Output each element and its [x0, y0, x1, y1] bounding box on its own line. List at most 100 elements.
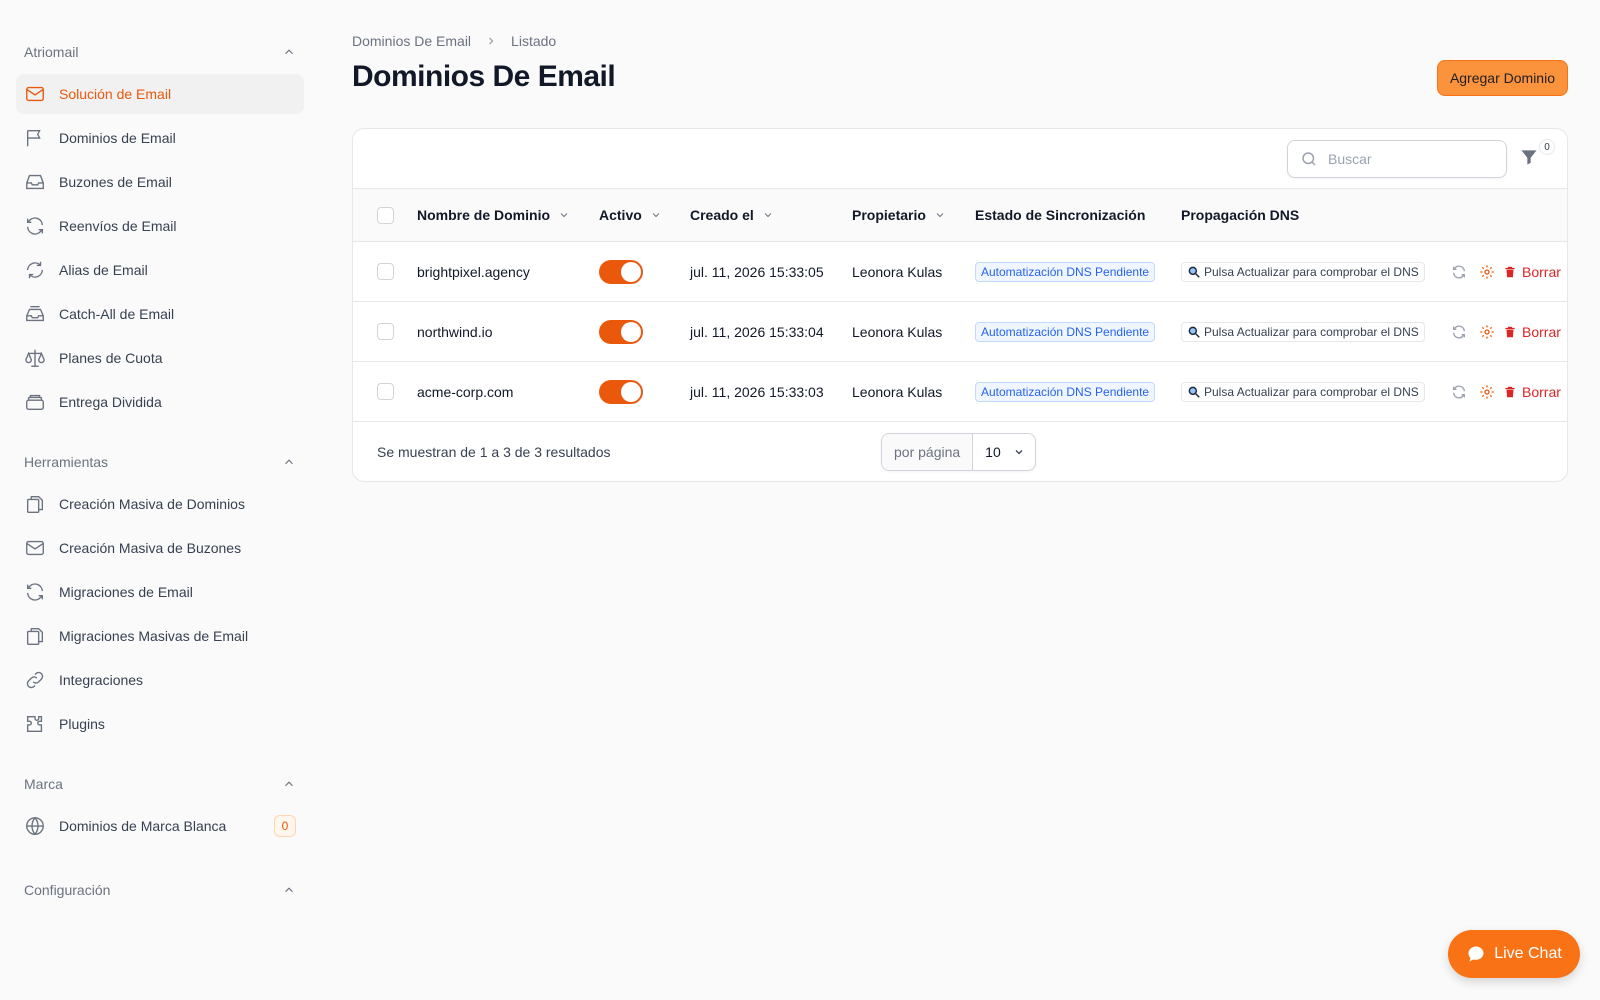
column-header-name[interactable]: Nombre de Dominio [417, 207, 599, 223]
column-header-label: Activo [599, 207, 642, 223]
gear-icon[interactable] [1479, 264, 1495, 280]
refresh-icon [24, 581, 46, 603]
sidebar-group-header[interactable]: Herramientas [0, 448, 320, 476]
chevron-down-icon [936, 213, 944, 218]
sidebar-item-entrega-dividida[interactable]: Entrega Dividida [16, 382, 304, 422]
sidebar: Atriomail Solución de Email Dominios de … [0, 0, 320, 1000]
link-icon [24, 669, 46, 691]
created-date: jul. 11, 2026 15:33:05 [690, 263, 824, 280]
sidebar-item-label: Migraciones Masivas de Email [59, 628, 249, 644]
search-input[interactable] [1328, 151, 1478, 167]
stack-icon [24, 391, 46, 413]
per-page-value-wrapper[interactable]: 10 [973, 434, 1035, 470]
column-header-dns: Propagación DNS [1181, 207, 1451, 223]
sidebar-group-header[interactable]: Configuración [0, 876, 320, 904]
delete-button[interactable]: Borrar [1503, 384, 1561, 400]
refresh-icon[interactable] [1451, 384, 1467, 400]
sidebar-item-migraciones-masivas-de-email[interactable]: Migraciones Masivas de Email [16, 616, 304, 656]
domain-name[interactable]: northwind.io [417, 324, 599, 340]
column-header-label: Estado de Sincronización [975, 207, 1146, 223]
row-checkbox[interactable] [377, 383, 394, 400]
table-row: northwind.io jul. 11, 2026 15:33:04 Leon… [353, 302, 1567, 362]
inbox-icon [24, 171, 46, 193]
table-toolbar: 0 [353, 129, 1567, 189]
column-header-active[interactable]: Activo [599, 207, 690, 223]
row-checkbox[interactable] [377, 263, 394, 280]
count-badge: 0 [274, 815, 296, 837]
sidebar-group-title: Herramientas [24, 454, 109, 470]
refresh-icon[interactable] [1451, 264, 1467, 280]
owner-name: Leonora Kulas [852, 323, 943, 340]
sidebar-item-plugins[interactable]: Plugins [16, 704, 304, 744]
sidebar-item-integraciones[interactable]: Integraciones [16, 660, 304, 700]
breadcrumb-current: Listado [511, 33, 557, 49]
sidebar-group-header[interactable]: Marca [0, 770, 320, 798]
created-date: jul. 11, 2026 15:33:04 [690, 323, 824, 340]
sidebar-item-creacion-masiva-de-buzones[interactable]: Creación Masiva de Buzones [16, 528, 304, 568]
sidebar-item-label: Solución de Email [59, 86, 172, 102]
sidebar-item-planes-de-cuota[interactable]: Planes de Cuota [16, 338, 304, 378]
documents-icon [24, 625, 46, 647]
sidebar-group-herramientas: Herramientas Creación Masiva de Dominios… [0, 448, 320, 744]
sidebar-item-label: Dominios de Email [59, 130, 176, 146]
active-toggle[interactable] [599, 319, 643, 344]
sidebar-item-label: Buzones de Email [59, 174, 172, 190]
refresh-icon [24, 215, 46, 237]
chevron-right-icon [489, 37, 494, 45]
sync-status-badge: Automatización DNS Pendiente [975, 261, 1156, 282]
add-domain-button[interactable]: Agregar Dominio [1436, 60, 1568, 96]
sidebar-item-reenvios-de-email[interactable]: Reenvíos de Email [16, 206, 304, 246]
column-header-label: Propietario [852, 207, 926, 223]
filter-button[interactable]: 0 [1519, 139, 1555, 171]
domain-name[interactable]: acme-corp.com [417, 384, 599, 400]
column-header-created[interactable]: Creado el [690, 207, 852, 223]
domain-name[interactable]: brightpixel.agency [417, 264, 599, 280]
column-header-owner[interactable]: Propietario [852, 207, 975, 223]
sidebar-item-dominios-de-email[interactable]: Dominios de Email [16, 118, 304, 158]
select-all-checkbox[interactable] [377, 206, 394, 224]
sidebar-item-label: Plugins [59, 716, 105, 732]
column-header-label: Propagación DNS [1181, 207, 1300, 223]
sidebar-group-header[interactable]: Atriomail [0, 38, 320, 66]
search-icon [1302, 152, 1316, 166]
sidebar-item-label: Planes de Cuota [59, 350, 163, 366]
sidebar-item-catch-all-de-email[interactable]: Catch-All de Email [16, 294, 304, 334]
arrows-icon [24, 259, 46, 281]
magnifier-icon [1188, 326, 1200, 338]
gear-icon[interactable] [1479, 384, 1495, 400]
sidebar-item-dominios-de-marca-blanca[interactable]: Dominios de Marca Blanca 0 [16, 806, 304, 846]
sidebar-item-creacion-masiva-de-dominios[interactable]: Creación Masiva de Dominios [16, 484, 304, 524]
breadcrumb-parent[interactable]: Dominios De Email [352, 33, 471, 49]
active-toggle[interactable] [599, 379, 643, 404]
magnifier-icon [1188, 266, 1200, 278]
flag-icon [24, 127, 46, 149]
filter-icon [1521, 150, 1537, 165]
refresh-icon[interactable] [1451, 324, 1467, 340]
sidebar-item-solucion-de-email[interactable]: Solución de Email [16, 74, 304, 114]
page-title: Dominios De Email [352, 60, 616, 93]
envelope-icon [24, 83, 46, 105]
column-header-sync: Estado de Sincronización [975, 207, 1181, 223]
delete-button[interactable]: Borrar [1503, 264, 1561, 280]
row-checkbox[interactable] [377, 323, 394, 340]
sidebar-group-title: Marca [24, 776, 63, 792]
live-chat-label: Live Chat [1494, 945, 1562, 962]
delete-button[interactable]: Borrar [1503, 324, 1561, 340]
globe-icon [24, 815, 46, 837]
chevron-up-icon [285, 781, 293, 787]
sidebar-item-migraciones-de-email[interactable]: Migraciones de Email [16, 572, 304, 612]
sidebar-item-label: Migraciones de Email [59, 584, 193, 600]
column-header-label: Nombre de Dominio [417, 207, 551, 223]
sidebar-item-alias-de-email[interactable]: Alias de Email [16, 250, 304, 290]
dns-status-badge: Pulsa Actualizar para comprobar el DNS [1181, 321, 1425, 342]
sidebar-item-buzones-de-email[interactable]: Buzones de Email [16, 162, 304, 202]
inbox-stack-icon [24, 303, 46, 325]
per-page-select[interactable]: por página 10 [881, 433, 1037, 471]
active-toggle[interactable] [599, 259, 643, 284]
dns-status-badge: Pulsa Actualizar para comprobar el DNS [1181, 381, 1425, 402]
chevron-down-icon [1015, 450, 1023, 455]
live-chat-button[interactable]: Live Chat [1448, 930, 1580, 978]
trash-icon [1505, 326, 1515, 337]
magnifier-icon [1188, 386, 1200, 398]
gear-icon[interactable] [1479, 324, 1495, 340]
